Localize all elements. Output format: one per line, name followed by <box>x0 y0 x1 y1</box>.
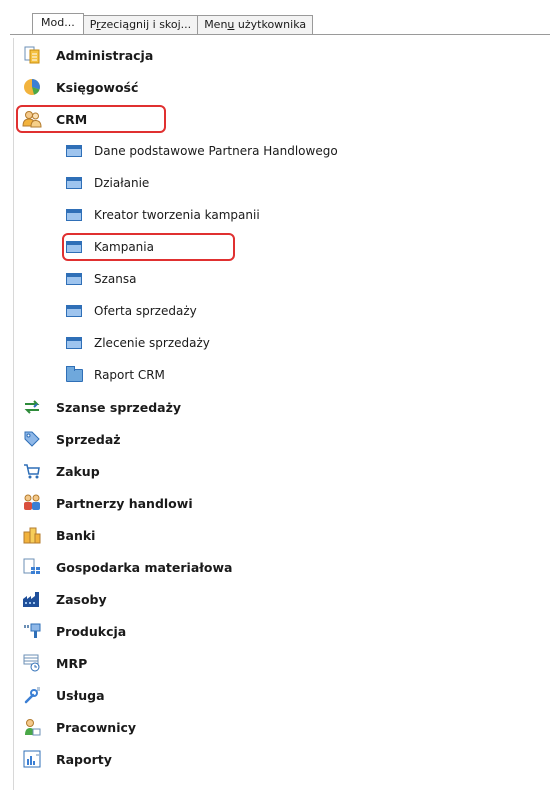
report-icon <box>22 749 42 769</box>
document-icon <box>22 45 42 65</box>
menu-item-kampania[interactable]: Kampania <box>14 231 550 263</box>
module-item-szanse-sprzedazy[interactable]: Szanse sprzedaży <box>14 391 550 423</box>
users-icon <box>22 109 42 129</box>
pie-chart-icon <box>22 77 42 97</box>
menu-item-label: Oferta sprzedaży <box>94 304 197 318</box>
menu-item-label: Szansa <box>94 272 137 286</box>
arrows-icon <box>22 397 42 417</box>
module-label: Szanse sprzedaży <box>56 399 181 415</box>
menu-item-label: Działanie <box>94 176 150 190</box>
folder-icon <box>64 365 84 385</box>
module-label: Administracja <box>56 47 154 63</box>
module-item-mrp[interactable]: MRP <box>14 647 550 679</box>
factory-icon <box>22 589 42 609</box>
module-item-gospodarka-materialowa[interactable]: Gospodarka materiałowa <box>14 551 550 583</box>
menu-item-zlecenie-sprzedazy[interactable]: Zlecenie sprzedaży <box>14 327 550 359</box>
production-icon <box>22 621 42 641</box>
module-tab-bar: Mod... Przeciągnij i skoj... Menu użytkown… <box>32 13 314 34</box>
module-item-banki[interactable]: Banki <box>14 519 550 551</box>
tag-icon <box>22 429 42 449</box>
menu-item-label: Zlecenie sprzedaży <box>94 336 210 350</box>
accelerator-key: r <box>96 18 101 31</box>
bank-icon <box>22 525 42 545</box>
menu-item-label: Kampania <box>94 240 154 254</box>
window-icon <box>64 173 84 193</box>
module-label: Banki <box>56 527 96 543</box>
module-item-produkcja[interactable]: Produkcja <box>14 615 550 647</box>
window-icon <box>64 237 84 257</box>
module-label: Zasoby <box>56 591 107 607</box>
menu-item-label: Dane podstawowe Partnera Handlowego <box>94 144 338 158</box>
module-label: Usługa <box>56 687 105 703</box>
module-label: Partnerzy handlowi <box>56 495 193 511</box>
module-label: Księgowość <box>56 79 139 95</box>
module-label: Pracownicy <box>56 719 137 735</box>
module-item-pracownicy[interactable]: Pracownicy <box>14 711 550 743</box>
employee-icon <box>22 717 42 737</box>
window-icon <box>64 333 84 353</box>
module-item-ksiegowosc[interactable]: Księgowość <box>14 71 550 103</box>
window-icon <box>64 141 84 161</box>
window-icon <box>64 301 84 321</box>
inventory-icon <box>22 557 42 577</box>
module-label: Gospodarka materiałowa <box>56 559 233 575</box>
menu-item-dane-podstawowe-partnera-handlowego[interactable]: Dane podstawowe Partnera Handlowego <box>14 135 550 167</box>
cart-icon <box>22 461 42 481</box>
module-item-crm[interactable]: CRM <box>14 103 550 135</box>
window-icon <box>64 269 84 289</box>
module-tree: Administracja Księgowość CRM Dane podstawow… <box>13 38 550 790</box>
module-item-partnerzy-handlowi[interactable]: Partnerzy handlowi <box>14 487 550 519</box>
menu-item-szansa[interactable]: Szansa <box>14 263 550 295</box>
module-item-zasoby[interactable]: Zasoby <box>14 583 550 615</box>
module-item-sprzedaz[interactable]: Sprzedaż <box>14 423 550 455</box>
tab-drag-and-link[interactable]: Przeciągnij i skoj... <box>82 15 199 34</box>
menu-item-dzialanie[interactable]: Działanie <box>14 167 550 199</box>
module-label: CRM <box>56 111 88 127</box>
module-item-raporty[interactable]: Raporty <box>14 743 550 775</box>
mrp-icon <box>22 653 42 673</box>
module-label: Zakup <box>56 463 100 479</box>
module-label: Raporty <box>56 751 112 767</box>
module-label: MRP <box>56 655 88 671</box>
window-icon <box>64 205 84 225</box>
module-item-administracja[interactable]: Administracja <box>14 39 550 71</box>
accelerator-key: u <box>227 18 235 31</box>
menu-item-raport-crm[interactable]: Raport CRM <box>14 359 550 391</box>
tab-modules[interactable]: Mod... <box>32 13 84 34</box>
menu-item-kreator-tworzenia-kampanii[interactable]: Kreator tworzenia kampanii <box>14 199 550 231</box>
module-item-usluga[interactable]: Usługa <box>14 679 550 711</box>
tab-user-menu[interactable]: Menu użytkownika <box>197 15 314 34</box>
menu-item-oferta-sprzedazy[interactable]: Oferta sprzedaży <box>14 295 550 327</box>
menu-item-label: Raport CRM <box>94 368 165 382</box>
menu-item-label: Kreator tworzenia kampanii <box>94 208 260 222</box>
module-item-zakup[interactable]: Zakup <box>14 455 550 487</box>
module-label: Produkcja <box>56 623 127 639</box>
wrench-icon <box>22 685 42 705</box>
partners-icon <box>22 493 42 513</box>
tab-divider <box>10 34 550 35</box>
module-label: Sprzedaż <box>56 431 121 447</box>
